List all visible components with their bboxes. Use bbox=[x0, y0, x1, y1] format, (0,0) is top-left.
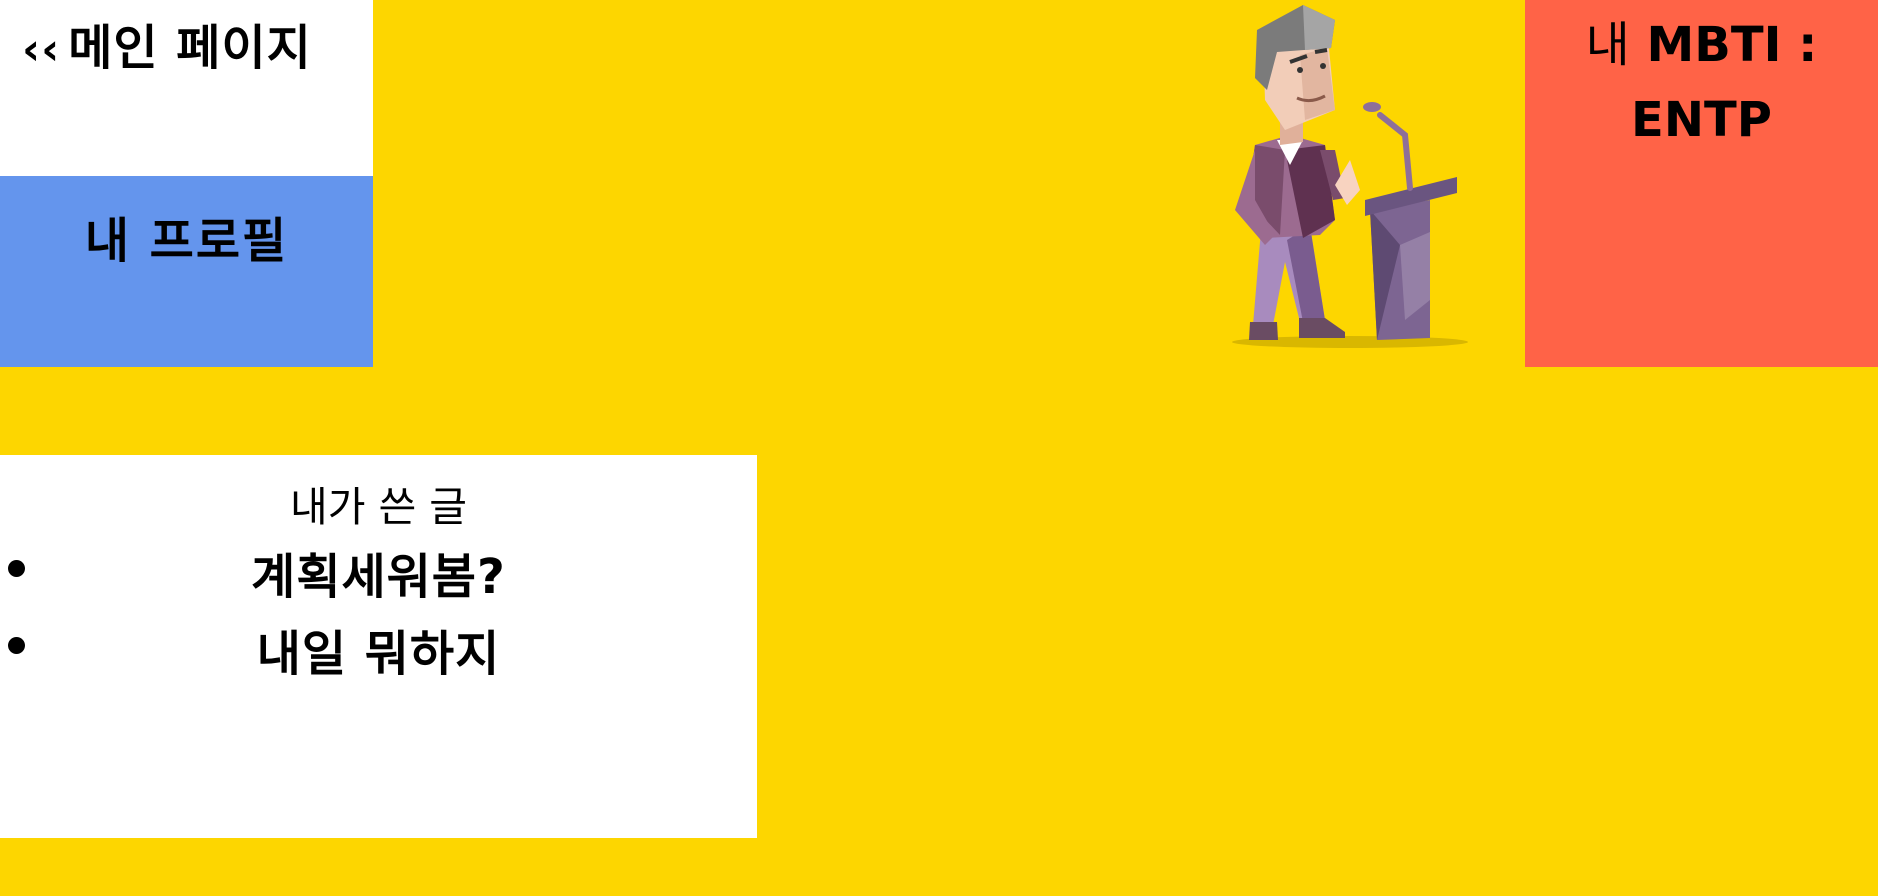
list-item: 계획세워봄? bbox=[0, 533, 757, 610]
back-nav-panel: ‹‹ 메인 페이지 bbox=[0, 0, 373, 176]
profile-panel: 내 프로필 bbox=[0, 176, 373, 367]
back-to-main-link[interactable]: ‹‹ 메인 페이지 bbox=[22, 8, 312, 78]
mbti-label: 내 bbox=[1585, 17, 1630, 73]
my-posts-list: 계획세워봄? 내일 뭐하지 bbox=[0, 533, 757, 687]
profile-title: 내 프로필 bbox=[84, 213, 289, 269]
post-link[interactable]: 계획세워봄? bbox=[0, 537, 757, 607]
my-posts-card: 내가 쓴 글 계획세워봄? 내일 뭐하지 bbox=[0, 455, 757, 838]
post-link[interactable]: 내일 뭐하지 bbox=[0, 614, 757, 684]
mbti-value: ENTP bbox=[1631, 92, 1772, 148]
double-chevron-left-icon: ‹‹ bbox=[22, 24, 61, 75]
my-posts-heading: 내가 쓴 글 bbox=[290, 483, 467, 531]
speaker-at-podium-illustration bbox=[1232, 5, 1468, 348]
mbti-prefix: MBTI : bbox=[1646, 17, 1818, 73]
list-item: 내일 뭐하지 bbox=[0, 610, 757, 687]
mbti-text: 내 MBTI : ENTP bbox=[1525, 8, 1878, 158]
back-link-label: 메인 페이지 bbox=[68, 20, 312, 76]
mbti-panel: 내 MBTI : ENTP bbox=[1525, 0, 1878, 367]
